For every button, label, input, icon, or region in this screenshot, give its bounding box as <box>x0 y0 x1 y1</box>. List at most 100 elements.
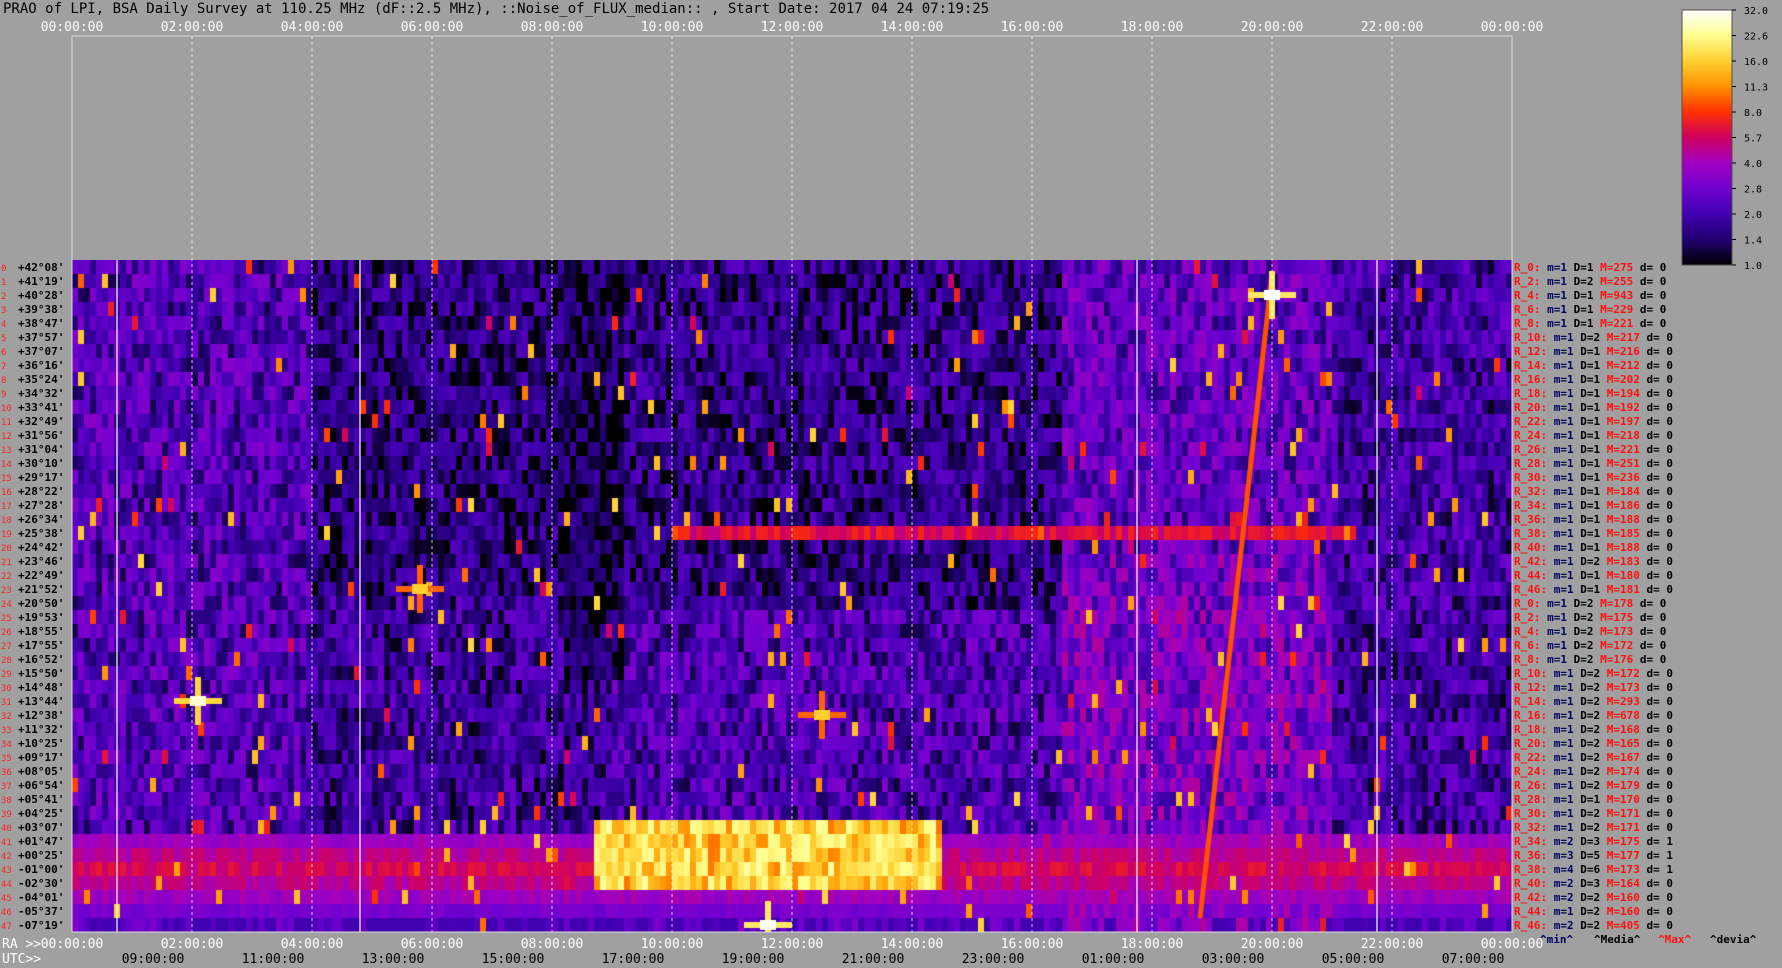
stats-cell: D=2 <box>1567 625 1594 638</box>
stats-cell: m=1 <box>1541 317 1568 330</box>
stats-cell: R_22: <box>1514 415 1547 428</box>
stats-row: R_12: m=1 D=2 M=173 d= 0 <box>1514 681 1673 694</box>
declination-label: +22°49' <box>18 569 64 582</box>
stats-row: R_36: m=1 D=1 M=188 d= 0 <box>1514 513 1673 526</box>
stats-cell: M=275 <box>1594 261 1634 274</box>
colorbar-tick-label: 8.0 <box>1744 108 1762 119</box>
bottom-utc-tick-label: 19:00:00 <box>722 952 785 967</box>
stats-cell: D=3 <box>1574 877 1601 890</box>
stats-cell: D=2 <box>1574 723 1601 736</box>
stats-row: R_44: m=1 D=1 M=180 d= 0 <box>1514 569 1673 582</box>
declination-label: +41°19' <box>18 275 64 288</box>
stats-cell: R_36: <box>1514 849 1547 862</box>
declination-label: +11°32' <box>18 723 64 736</box>
stats-cell: M=175 <box>1594 611 1634 624</box>
stats-cell: d= 1 <box>1640 849 1673 862</box>
stats-cell: m=1 <box>1541 275 1568 288</box>
stats-cell: D=2 <box>1574 807 1601 820</box>
declination-label: +00°25' <box>18 849 64 862</box>
stats-cell: R_42: <box>1514 891 1547 904</box>
stats-cell: m=1 <box>1547 345 1574 358</box>
stats-cell: m=1 <box>1547 541 1574 554</box>
stats-cell: M=212 <box>1600 359 1640 372</box>
row-number-label: 42 <box>1 852 12 862</box>
stats-cell: R_16: <box>1514 373 1547 386</box>
row-number-label: 19 <box>1 530 12 540</box>
stats-cell: d= 0 <box>1640 891 1673 904</box>
stats-cell: d= 0 <box>1640 471 1673 484</box>
stats-cell: R_18: <box>1514 387 1547 400</box>
row-number-label: 26 <box>1 628 12 638</box>
stats-cell: M=185 <box>1600 527 1640 540</box>
row-number-label: 41 <box>1 838 12 848</box>
stats-cell: R_6: <box>1514 639 1541 652</box>
stats-cell: d= 0 <box>1640 415 1673 428</box>
stats-cell: R_32: <box>1514 821 1547 834</box>
stats-cell: R_30: <box>1514 471 1547 484</box>
bottom-ra-tick-label: 04:00:00 <box>281 937 344 952</box>
stats-cell: m=1 <box>1547 359 1574 372</box>
colorbar-tick-label: 4.0 <box>1744 159 1762 170</box>
stats-cell: D=1 <box>1574 373 1601 386</box>
stats-cell: R_6: <box>1514 303 1541 316</box>
stats-cell: D=2 <box>1574 919 1601 932</box>
stats-row: R_28: m=1 D=1 M=170 d= 0 <box>1514 793 1673 806</box>
stats-cell: d= 0 <box>1640 779 1673 792</box>
row-number-label: 17 <box>1 502 12 512</box>
stats-cell: R_46: <box>1514 919 1547 932</box>
stats-cell: M=181 <box>1600 583 1640 596</box>
stats-cell: D=3 <box>1574 835 1601 848</box>
row-number-label: 38 <box>1 796 12 806</box>
stats-cell: m=1 <box>1541 653 1568 666</box>
stats-cell: R_8: <box>1514 317 1541 330</box>
row-number-label: 16 <box>1 488 12 498</box>
stats-cell: D=1 <box>1574 793 1601 806</box>
stats-cell: R_12: <box>1514 681 1547 694</box>
top-ra-tick-label: 00:00:00 <box>41 20 104 35</box>
stats-cell: D=1 <box>1567 303 1594 316</box>
stats-cell: D=2 <box>1574 765 1601 778</box>
stats-cell: m=1 <box>1547 695 1574 708</box>
bottom-utc-tick-label: 09:00:00 <box>122 952 185 967</box>
stats-cell: D=2 <box>1567 653 1594 666</box>
stats-row: R_0: m=1 D=1 M=275 d= 0 <box>1514 261 1666 274</box>
stats-cell: m=1 <box>1547 401 1574 414</box>
stats-cell: R_4: <box>1514 289 1541 302</box>
stats-cell: m=2 <box>1547 919 1574 932</box>
stats-cell: d= 0 <box>1640 345 1673 358</box>
top-ra-tick-label: 04:00:00 <box>281 20 344 35</box>
declination-label: +05°41' <box>18 793 64 806</box>
top-ra-tick-label: 20:00:00 <box>1241 20 1304 35</box>
declination-label: +14°48' <box>18 681 64 694</box>
row-number-label: 23 <box>1 586 12 596</box>
stats-cell: d= 0 <box>1640 681 1673 694</box>
stats-cell: R_38: <box>1514 527 1547 540</box>
declination-label: +01°47' <box>18 835 64 848</box>
stats-row: R_18: m=1 D=2 M=168 d= 0 <box>1514 723 1673 736</box>
stats-row: R_34: m=2 D=3 M=175 d= 1 <box>1514 835 1673 848</box>
stats-cell: M=202 <box>1600 373 1640 386</box>
stats-cell: M=164 <box>1600 877 1640 890</box>
stats-cell: M=175 <box>1600 835 1640 848</box>
stats-cell: M=186 <box>1600 499 1640 512</box>
row-number-label: 37 <box>1 782 12 792</box>
colorbar-tick-label: 1.4 <box>1744 236 1762 247</box>
stats-cell: m=1 <box>1547 527 1574 540</box>
stats-cell: m=1 <box>1541 597 1568 610</box>
stats-cell: D=2 <box>1574 331 1601 344</box>
stats-cell: M=221 <box>1594 317 1634 330</box>
stats-cell: M=293 <box>1600 695 1640 708</box>
stats-cell: M=179 <box>1600 779 1640 792</box>
stats-row: R_44: m=1 D=2 M=160 d= 0 <box>1514 905 1673 918</box>
stats-cell: R_30: <box>1514 807 1547 820</box>
stats-cell: d= 0 <box>1633 289 1666 302</box>
stats-cell: m=1 <box>1547 485 1574 498</box>
row-number-label: 14 <box>1 460 12 470</box>
declination-label: -04°01' <box>18 891 64 904</box>
declination-label: +28°22' <box>18 485 64 498</box>
stats-row: R_4: m=1 D=1 M=943 d= 0 <box>1514 289 1666 302</box>
stats-cell: M=173 <box>1600 863 1640 876</box>
bottom-utc-tick-label: 01:00:00 <box>1082 952 1145 967</box>
stats-cell: m=1 <box>1547 737 1574 750</box>
stats-cell: R_2: <box>1514 275 1541 288</box>
